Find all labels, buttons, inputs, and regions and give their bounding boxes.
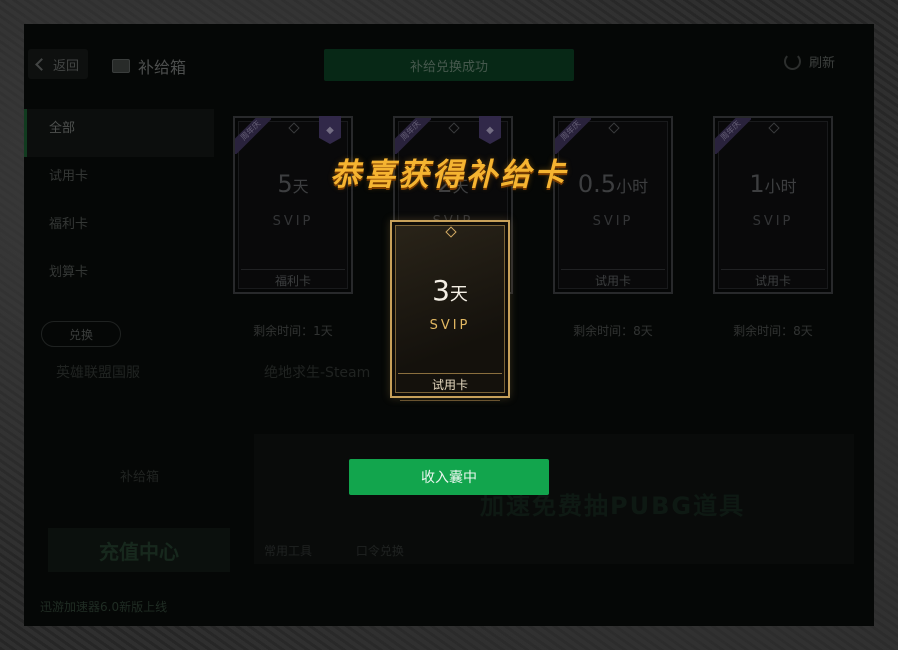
collect-button[interactable]: 收入囊中 — [349, 459, 549, 495]
reward-card: 3天 SVIP 试用卡 — [390, 220, 510, 398]
supply-box-window: 返回 补给箱 补给兑换成功 刷新 全部 试用卡 福利卡 划算卡 兑换 英雄联盟国… — [24, 24, 874, 626]
reward-title: 恭喜获得补给卡 — [330, 157, 568, 193]
card-gem-icon — [445, 226, 457, 238]
reward-card-type: 试用卡 — [398, 373, 502, 396]
reward-card-value: 3天 — [432, 274, 468, 307]
reward-card-svip: SVIP — [429, 318, 471, 333]
reward-card-shadow — [400, 396, 500, 401]
